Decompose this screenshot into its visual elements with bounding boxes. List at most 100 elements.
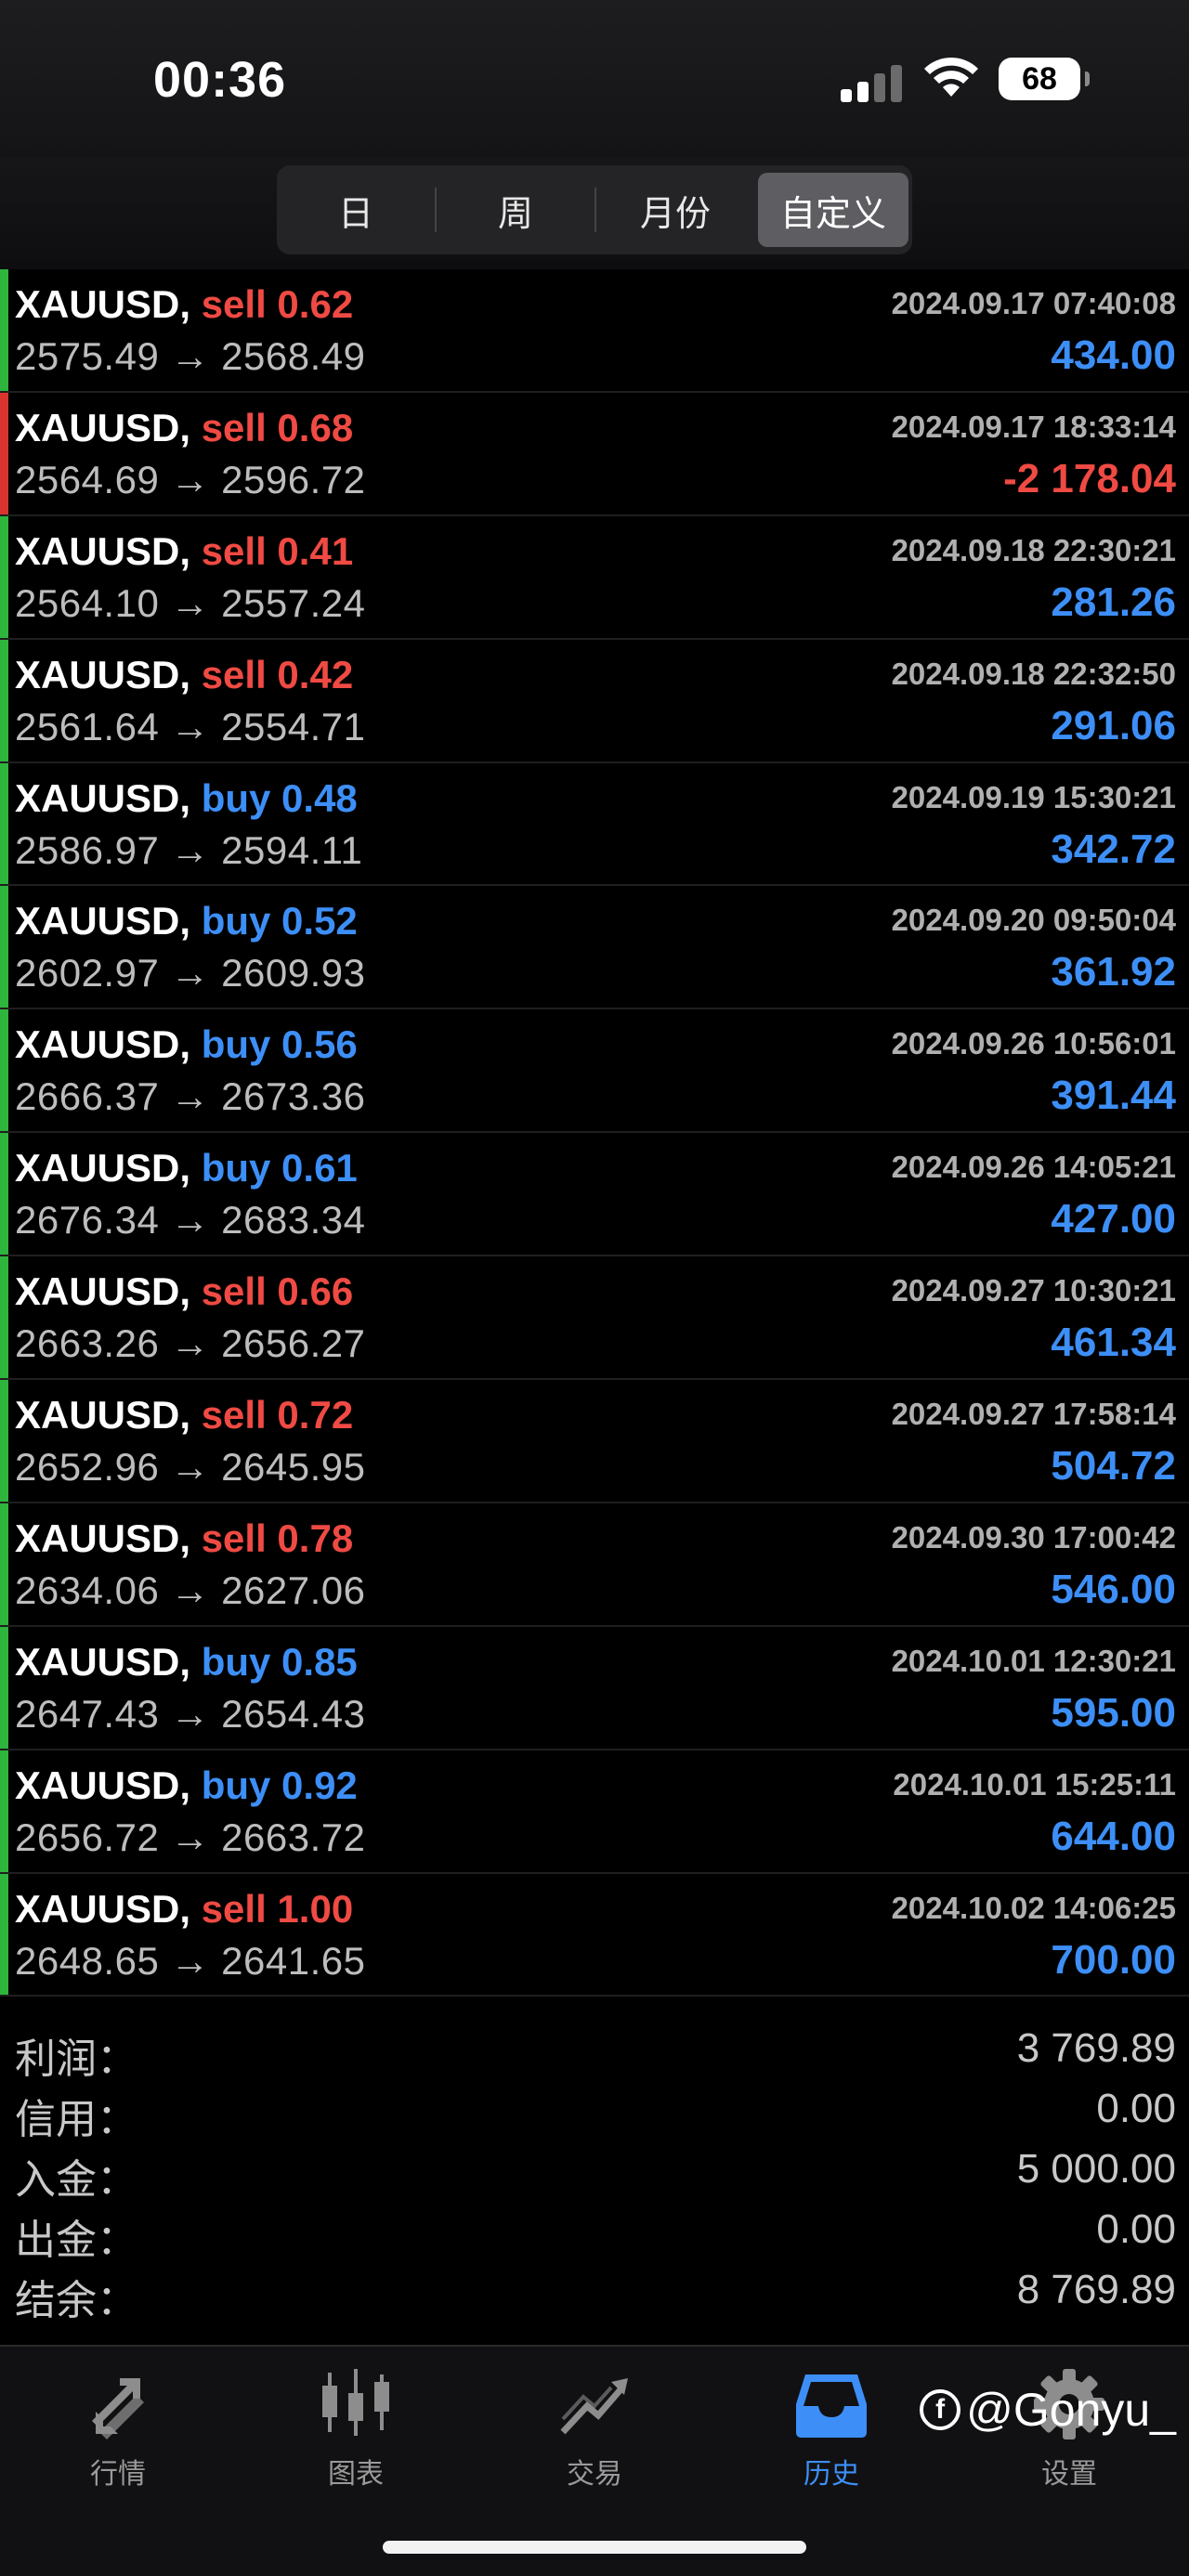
tab-quotes[interactable]: 行情 <box>44 2365 192 2495</box>
trade-side-volume: sell 0.62 <box>201 282 354 326</box>
trade-profit: 342.72 <box>1051 826 1176 872</box>
tab-label: 图表 <box>328 2459 384 2490</box>
trade-symbol: XAUUSD, <box>15 1269 191 1314</box>
trade-close-time: 2024.10.01 15:25:11 <box>893 1766 1176 1802</box>
trade-symbol: XAUUSD, <box>15 528 191 573</box>
segment-divider <box>594 188 596 232</box>
trade-result-bar <box>0 886 8 1008</box>
summary-label: 入金： <box>15 2157 137 2203</box>
trade-row[interactable]: XAUUSD, sell 0.72 2652.96 → 2645.95 2024.0… <box>0 1380 1189 1503</box>
trade-prices: 2676.34 → 2683.34 <box>15 1198 366 1242</box>
trade-side-volume: buy 0.48 <box>201 775 358 820</box>
trade-row[interactable]: XAUUSD, buy 0.56 2666.37 → 2673.36 2024.09… <box>0 1009 1189 1134</box>
trade-side-volume: sell 0.41 <box>201 528 354 573</box>
trade-result-bar <box>0 269 8 391</box>
period-segmented-control: 日 周 月份 自定义 <box>277 165 912 254</box>
trade-result-bar <box>0 1009 8 1132</box>
quotes-arrows-icon <box>92 2378 144 2439</box>
trade-side-volume: buy 0.52 <box>201 899 358 943</box>
segment-custom[interactable]: 自定义 <box>758 173 908 247</box>
trade-prices: 2634.06 → 2627.06 <box>15 1568 366 1612</box>
trade-prices: 2663.26 → 2656.27 <box>15 1321 366 1366</box>
trade-close-time: 2024.09.26 14:05:21 <box>891 1150 1176 1185</box>
trade-profit: 391.44 <box>1051 1073 1176 1119</box>
trade-prices: 2602.97 → 2609.93 <box>15 951 366 995</box>
summary-row: 出金： 0.00 <box>0 2201 1189 2263</box>
trade-side-volume: sell 0.68 <box>201 405 354 449</box>
trade-profit: 504.72 <box>1051 1443 1176 1490</box>
trade-symbol: XAUUSD, <box>15 405 191 449</box>
trade-row[interactable]: XAUUSD, buy 0.85 2647.43 → 2654.43 2024.10… <box>0 1626 1189 1750</box>
tab-label: 设置 <box>1041 2459 1097 2490</box>
trade-symbol: XAUUSD, <box>15 1763 191 1807</box>
trade-prices: 2647.43 → 2654.43 <box>15 1691 366 1736</box>
tab-trade[interactable]: 交易 <box>520 2365 669 2495</box>
tab-history[interactable]: 历史 <box>757 2365 906 2495</box>
trade-profit: 281.26 <box>1051 579 1176 625</box>
watermark-text: @Gonyu_ <box>966 2384 1176 2436</box>
trade-close-time: 2024.09.20 09:50:04 <box>891 903 1176 938</box>
app-screen: 00:36 68 日 周 月份 自定义 XAUUSD, sell 0.62 257… <box>0 0 1189 2576</box>
summary-value: 0.00 <box>1096 2086 1176 2131</box>
trade-title: XAUUSD, buy 0.52 <box>15 899 358 943</box>
segment-week[interactable]: 周 <box>440 173 591 247</box>
summary-row: 结余： 8 769.89 <box>0 2261 1189 2323</box>
trade-close-time: 2024.09.18 22:30:21 <box>891 532 1176 567</box>
trade-row[interactable]: XAUUSD, sell 0.68 2564.69 → 2596.72 2024.0… <box>0 392 1189 516</box>
cellular-signal-icon <box>841 61 906 102</box>
trade-profit: 461.34 <box>1051 1320 1176 1366</box>
trade-row[interactable]: XAUUSD, buy 0.52 2602.97 → 2609.93 2024.09… <box>0 886 1189 1010</box>
segment-month[interactable]: 月份 <box>600 173 751 247</box>
trade-row[interactable]: XAUUSD, buy 0.61 2676.34 → 2683.34 2024.09… <box>0 1133 1189 1257</box>
trade-result-bar <box>0 639 8 761</box>
segment-divider <box>435 188 437 232</box>
trade-row[interactable]: XAUUSD, buy 0.92 2656.72 → 2663.72 2024.10… <box>0 1750 1189 1874</box>
trade-prices: 2575.49 → 2568.49 <box>15 334 366 378</box>
trade-history-list: XAUUSD, sell 0.62 2575.49 → 2568.49 2024.0… <box>0 269 1189 1997</box>
summary-label: 利润： <box>15 2036 137 2082</box>
trade-close-time: 2024.09.26 10:56:01 <box>891 1026 1176 1061</box>
trade-side-volume: sell 1.00 <box>201 1886 354 1931</box>
trade-title: XAUUSD, sell 0.78 <box>15 1516 353 1561</box>
trade-side-volume: sell 0.66 <box>201 1269 354 1314</box>
trade-prices: 2564.10 → 2557.24 <box>15 580 366 625</box>
trade-profit: 427.00 <box>1051 1196 1176 1242</box>
trade-row[interactable]: XAUUSD, sell 0.42 2561.64 → 2554.71 2024.0… <box>0 639 1189 763</box>
trade-row[interactable]: XAUUSD, sell 0.78 2634.06 → 2627.06 2024.0… <box>0 1503 1189 1627</box>
trade-prices: 2652.96 → 2645.95 <box>15 1445 366 1490</box>
trade-symbol: XAUUSD, <box>15 1516 191 1560</box>
trade-title: XAUUSD, sell 0.62 <box>15 282 353 327</box>
summary-row: 信用： 0.00 <box>0 2080 1189 2142</box>
trade-row[interactable]: XAUUSD, sell 0.41 2564.10 → 2557.24 2024.0… <box>0 515 1189 640</box>
summary-value: 3 769.89 <box>1016 2025 1176 2071</box>
trade-result-bar <box>0 392 8 514</box>
trade-result-bar <box>0 1873 8 1996</box>
trade-profit: -2 178.04 <box>1003 455 1176 501</box>
wifi-icon <box>924 57 978 97</box>
trade-result-bar <box>0 1133 8 1255</box>
trade-profit: 644.00 <box>1051 1813 1176 1859</box>
trade-side-volume: sell 0.78 <box>201 1516 354 1560</box>
tab-charts[interactable]: 图表 <box>281 2365 430 2495</box>
trade-title: XAUUSD, buy 0.56 <box>15 1022 358 1067</box>
trade-prices: 2586.97 → 2594.11 <box>15 827 363 872</box>
status-time: 00:36 <box>153 52 287 108</box>
trade-row[interactable]: XAUUSD, buy 0.48 2586.97 → 2594.11 2024.09… <box>0 762 1189 887</box>
trade-row[interactable]: XAUUSD, sell 0.66 2663.26 → 2656.27 2024.0… <box>0 1256 1189 1381</box>
trade-row[interactable]: XAUUSD, sell 0.62 2575.49 → 2568.49 2024.0… <box>0 269 1189 393</box>
period-filter-bar: 日 周 月份 自定义 <box>0 158 1189 269</box>
trade-symbol: XAUUSD, <box>15 1022 191 1067</box>
trade-row[interactable]: XAUUSD, sell 1.00 2648.65 → 2641.65 2024.1… <box>0 1873 1189 1997</box>
summary-row: 入金： 5 000.00 <box>0 2140 1189 2203</box>
summary-value: 5 000.00 <box>1016 2146 1176 2192</box>
trade-side-volume: buy 0.56 <box>201 1022 358 1067</box>
trade-title: XAUUSD, sell 0.42 <box>15 653 353 697</box>
status-bar: 00:36 68 <box>0 0 1189 158</box>
segment-day[interactable]: 日 <box>281 173 431 247</box>
trade-side-volume: sell 0.42 <box>201 652 354 696</box>
trade-close-time: 2024.10.02 14:06:25 <box>891 1890 1176 1925</box>
trade-profit: 291.06 <box>1051 702 1176 748</box>
tab-label: 历史 <box>804 2459 859 2490</box>
summary-label: 结余： <box>15 2278 137 2323</box>
summary-value: 0.00 <box>1096 2206 1176 2252</box>
